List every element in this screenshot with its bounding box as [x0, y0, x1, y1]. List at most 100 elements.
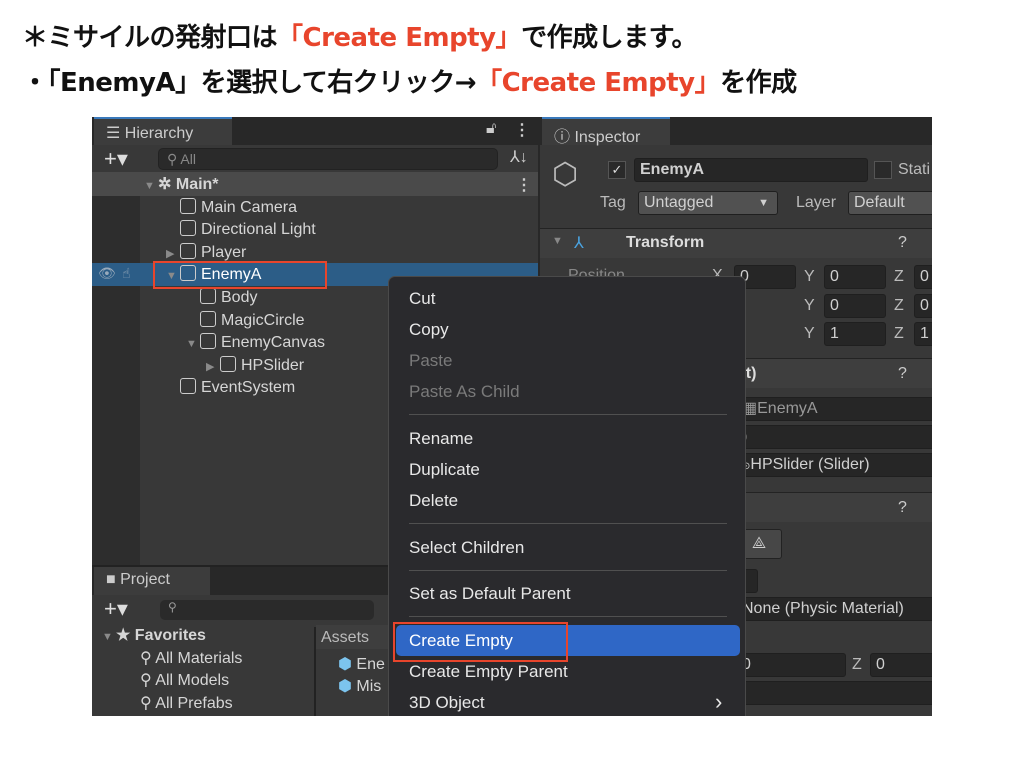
- search-icon: ⚲: [168, 600, 177, 614]
- lock-icon[interactable]: 🔓︎: [486, 120, 496, 138]
- position-y[interactable]: 0: [824, 265, 886, 289]
- menu-item-set-default-parent[interactable]: Set as Default Parent: [409, 584, 571, 604]
- prefab-icon: ⬢: [338, 678, 357, 695]
- help-icon[interactable]: ?: [898, 365, 907, 383]
- separator: [409, 570, 727, 571]
- scene-more-icon[interactable]: ⋮: [516, 175, 532, 195]
- line2-text: ・「EnemyA」を選択して右クリック→: [22, 68, 477, 98]
- scale-y[interactable]: 1: [824, 322, 886, 346]
- size-field[interactable]: [736, 681, 932, 705]
- hierarchy-item[interactable]: EventSystem: [180, 376, 295, 399]
- gameobject-icon: [180, 378, 196, 394]
- favorite-item[interactable]: ⚲ All Prefabs: [140, 692, 233, 715]
- menu-item-copy[interactable]: Copy: [409, 320, 449, 340]
- asset-label: Mis: [356, 678, 382, 695]
- search-placeholder: All: [180, 151, 196, 167]
- add-icon[interactable]: +▾: [104, 596, 128, 622]
- collapse-icon[interactable]: ▼: [552, 235, 563, 247]
- value-field[interactable]: ): [736, 425, 932, 449]
- asset-item[interactable]: ⬢ Ene: [338, 653, 385, 676]
- z-label: Z: [894, 297, 904, 314]
- favorites-item[interactable]: ▼ ★ Favorites: [102, 624, 206, 647]
- search-icon: ⚲: [140, 672, 156, 689]
- line2-text-end: を作成: [720, 68, 797, 98]
- asset-item[interactable]: ⬢ Mis: [338, 675, 381, 698]
- menu-item-3d-object[interactable]: 3D Object: [409, 693, 485, 713]
- hierarchy-item[interactable]: ▶ HPSlider: [206, 354, 304, 377]
- layer-label: Layer: [796, 194, 837, 211]
- menu-item-paste: Paste: [409, 351, 453, 370]
- scale-z[interactable]: 1: [914, 322, 932, 346]
- chevron-right-icon: ›: [715, 689, 723, 714]
- y-label: Y: [804, 325, 815, 342]
- gameobject-icon: [220, 356, 236, 372]
- transform-title: Transform: [626, 234, 705, 251]
- center-x[interactable]: 0: [736, 653, 846, 677]
- pick-icon[interactable]: ☝︎: [122, 265, 131, 282]
- gameobject-icon: [180, 198, 196, 214]
- transform-icon: ⅄: [574, 235, 584, 252]
- help-icon[interactable]: ?: [898, 499, 907, 517]
- menu-item-paste-as-child: Paste As Child: [409, 382, 520, 401]
- gameobject-icon: [200, 333, 216, 349]
- search-input[interactable]: ⚲ All: [158, 148, 498, 170]
- visibility-icon[interactable]: 👁︎: [98, 265, 116, 282]
- scene-item[interactable]: ▼ ✲ Main*: [144, 173, 219, 196]
- tab-label: Hierarchy: [124, 125, 194, 142]
- line2-highlight: 「Create Empty」: [476, 68, 721, 98]
- separator: [409, 414, 727, 415]
- y-label: Y: [804, 268, 815, 285]
- tab-label: Inspector: [574, 129, 641, 146]
- active-checkbox[interactable]: ✓: [608, 161, 626, 179]
- search-icon: ⚲: [140, 650, 156, 667]
- scene-label: Main*: [175, 176, 219, 193]
- add-icon[interactable]: +▾: [104, 146, 128, 172]
- favorite-item[interactable]: ⚲ All Materials: [140, 647, 242, 670]
- fav-label: All Materials: [155, 650, 243, 667]
- tag-value: Untagged: [644, 194, 714, 211]
- highlight-box-create-empty: [393, 622, 568, 662]
- rotation-y[interactable]: 0: [824, 294, 886, 318]
- favorite-item[interactable]: ⚲ All Models: [140, 669, 229, 692]
- tab-inspector[interactable]: ⓘ Inspector: [542, 117, 670, 146]
- menu-item-duplicate[interactable]: Duplicate: [409, 460, 480, 480]
- static-checkbox[interactable]: [874, 161, 892, 179]
- assets-breadcrumb[interactable]: Assets: [321, 626, 369, 649]
- position-z[interactable]: 0: [914, 265, 932, 289]
- gameobject-icon[interactable]: ⬡: [552, 157, 578, 192]
- gameobject-icon: [180, 243, 196, 259]
- fav-label: All Prefabs: [155, 695, 233, 712]
- script-field: ▦EnemyA: [736, 397, 932, 421]
- sort-icon[interactable]: ⅄↓: [510, 147, 528, 167]
- project-search-input[interactable]: ⚲: [160, 600, 374, 620]
- static-label: Stati: [898, 161, 931, 178]
- help-icon[interactable]: ?: [898, 234, 907, 252]
- layer-dropdown[interactable]: Default: [848, 191, 932, 215]
- tag-dropdown[interactable]: Untagged ▼: [638, 191, 778, 215]
- z-label: Z: [852, 656, 862, 673]
- name-field[interactable]: EnemyA: [634, 158, 868, 182]
- hierarchy-item[interactable]: Main Camera: [180, 196, 297, 219]
- hierarchy-item[interactable]: Directional Light: [180, 218, 316, 241]
- menu-item-delete[interactable]: Delete: [409, 491, 458, 511]
- tab-project[interactable]: ■ Project: [94, 567, 210, 595]
- menu-item-create-empty-parent[interactable]: Create Empty Parent: [409, 662, 568, 682]
- hierarchy-item[interactable]: Body: [200, 286, 257, 309]
- hierarchy-item[interactable]: MagicCircle: [200, 309, 305, 332]
- rotation-z[interactable]: 0: [914, 294, 932, 318]
- gameobject-icon: [200, 311, 216, 327]
- transform-header[interactable]: [540, 228, 932, 258]
- menu-item-rename[interactable]: Rename: [409, 429, 473, 449]
- prefab-icon: ⬢: [338, 656, 357, 673]
- tab-hierarchy[interactable]: ☰ Hierarchy: [94, 117, 232, 145]
- chevron-down-icon: ▼: [758, 197, 769, 209]
- hierarchy-item[interactable]: ▼ EnemyCanvas: [186, 331, 325, 354]
- tag-label: Tag: [600, 194, 626, 211]
- more-icon[interactable]: ⋮: [514, 120, 530, 140]
- material-field[interactable]: None (Physic Material): [736, 597, 932, 621]
- menu-item-select-children[interactable]: Select Children: [409, 538, 524, 558]
- asset-label: Ene: [356, 656, 385, 673]
- slider-field[interactable]: ⊙HPSlider (Slider): [736, 453, 932, 477]
- menu-item-cut[interactable]: Cut: [409, 289, 435, 309]
- center-z[interactable]: 0: [870, 653, 932, 677]
